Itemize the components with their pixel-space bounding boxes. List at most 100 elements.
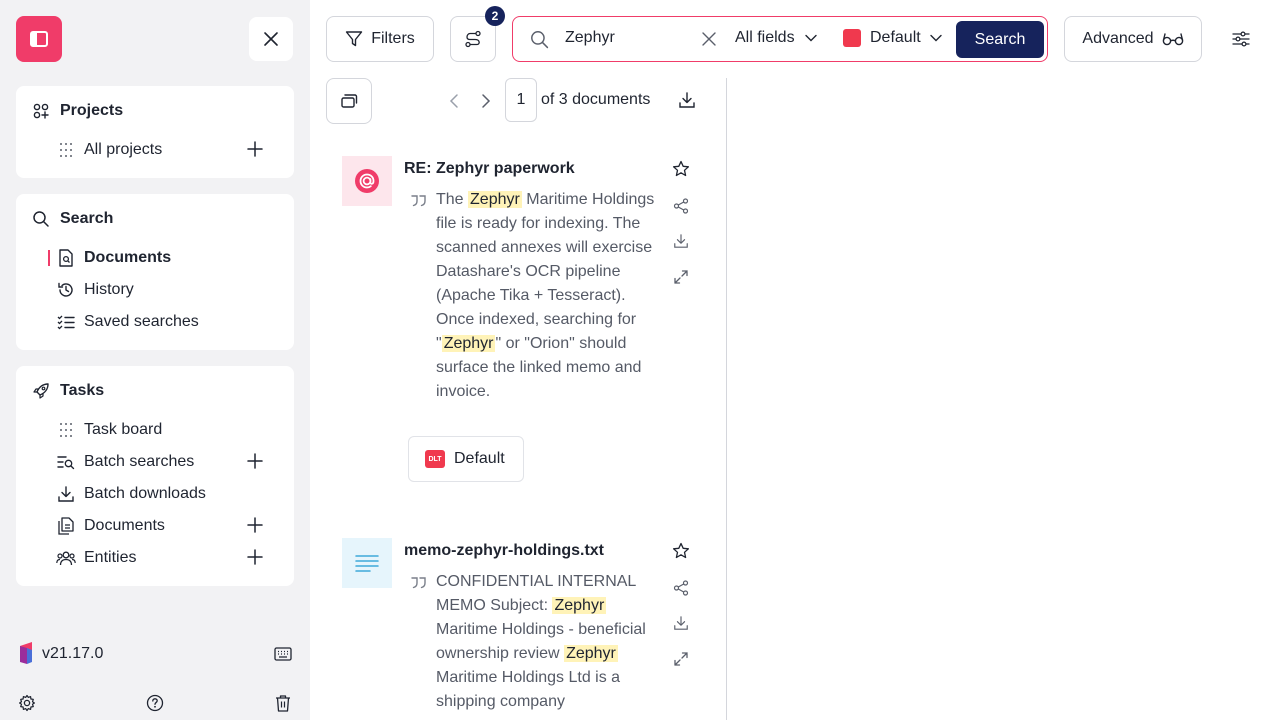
star-button[interactable] (671, 541, 691, 561)
keyboard-icon (274, 647, 292, 661)
chevron-down-icon (930, 34, 942, 42)
search-highlight: Zephyr (552, 597, 607, 614)
sidebar-item-label: All projects (84, 141, 163, 158)
sliders-icon (1232, 31, 1250, 47)
clear-data-button[interactable] (274, 694, 292, 712)
search-highlight: Zephyr (564, 645, 618, 662)
expand-document-button[interactable] (671, 649, 691, 669)
help-icon (146, 694, 164, 712)
share-button[interactable] (671, 578, 691, 598)
sidebar-item-saved-searches[interactable]: Saved searches (56, 308, 280, 336)
list-check-icon (56, 312, 76, 332)
download-icon (674, 234, 688, 248)
document-title[interactable]: memo-zephyr-holdings.txt (404, 542, 604, 560)
help-button[interactable] (146, 694, 164, 712)
documents-icon (56, 516, 76, 536)
toggle-sidebar-button[interactable] (16, 16, 62, 62)
at-sign-icon (355, 169, 379, 193)
filters-label: Filters (371, 30, 415, 47)
advanced-search-button[interactable]: Advanced (1064, 16, 1202, 62)
field-select[interactable]: All fields (735, 29, 817, 47)
sidebar-item-all-projects[interactable]: All projects (56, 136, 280, 164)
sidebar-item-label: Saved searches (84, 313, 199, 330)
batch-search-icon (56, 452, 76, 472)
search-button[interactable]: Search (956, 21, 1044, 58)
share-button[interactable] (671, 196, 691, 216)
route-icon (465, 30, 481, 48)
sidebar-item-label: Entities (84, 549, 137, 566)
sidebar-item-batch-downloads[interactable]: Batch downloads (56, 480, 280, 508)
gear-icon (19, 694, 35, 712)
settings-button[interactable] (18, 694, 36, 712)
app-version: v21.17.0 (18, 642, 103, 666)
projects-heading[interactable]: Projects (32, 102, 123, 120)
datashare-logo-icon (20, 642, 32, 664)
project-select[interactable]: Default (843, 29, 942, 47)
add-document-task-button[interactable] (246, 516, 264, 534)
clear-search-button[interactable] (701, 31, 717, 47)
search-icon (33, 211, 49, 227)
view-settings-button[interactable] (1232, 31, 1250, 47)
search-highlight: Zephyr (441, 335, 496, 352)
sidebar-item-task-board[interactable]: Task board (56, 416, 280, 444)
close-icon (264, 32, 278, 46)
sidebar-item-documents[interactable]: Documents (48, 244, 280, 272)
document-thumbnail[interactable] (342, 156, 392, 206)
document-excerpt: CONFIDENTIAL INTERNAL MEMO Subject: Zeph… (436, 573, 646, 710)
search-icon (531, 31, 549, 49)
download-results-button[interactable] (678, 91, 696, 109)
plus-icon (247, 517, 263, 533)
project-select-value: Default (870, 29, 921, 46)
search-card: Search Documents History Saved searches (16, 194, 294, 350)
sidebar-item-label: Task board (84, 421, 163, 438)
filters-button[interactable]: Filters (326, 16, 434, 62)
chevron-right-icon (482, 94, 491, 108)
active-indicator (48, 250, 50, 266)
tasks-heading[interactable]: Tasks (32, 382, 104, 400)
advanced-label: Advanced (1082, 30, 1154, 47)
next-page-button[interactable] (481, 93, 491, 109)
search-highlight: Zephyr (468, 191, 522, 208)
chevron-left-icon (449, 94, 458, 108)
sidebar-item-label: Batch downloads (84, 485, 206, 502)
sidebar-item-label: Documents (84, 517, 165, 534)
download-document-button[interactable] (671, 231, 691, 251)
document-thumbnail[interactable] (342, 538, 392, 588)
close-sidebar-button[interactable] (249, 17, 293, 61)
star-icon (672, 160, 690, 177)
star-button[interactable] (671, 159, 691, 179)
filter-icon (346, 31, 363, 47)
sidebar-item-label: History (84, 281, 134, 298)
add-entity-button[interactable] (246, 548, 264, 566)
sidebar-item-entities[interactable]: Entities (56, 544, 280, 572)
chevron-down-icon (804, 34, 817, 42)
keyboard-shortcuts-button[interactable] (274, 647, 292, 661)
page-number-input[interactable]: 1 (505, 78, 537, 122)
expand-document-button[interactable] (671, 267, 691, 287)
project-chip[interactable]: DLT Default (408, 436, 524, 482)
search-title: Search (60, 210, 114, 227)
search-input[interactable]: Zephyr (565, 29, 615, 47)
sidebar-item-batch-searches[interactable]: Batch searches (56, 448, 280, 476)
filter-count-badge: 2 (485, 6, 505, 26)
field-select-value: All fields (735, 29, 795, 46)
panel-divider[interactable] (726, 78, 727, 720)
star-icon (672, 542, 690, 559)
add-project-button[interactable] (246, 140, 264, 158)
add-batch-search-button[interactable] (246, 452, 264, 470)
document-title[interactable]: RE: Zephyr paperwork (404, 160, 575, 178)
download-document-button[interactable] (671, 613, 691, 633)
history-icon (56, 280, 76, 300)
sidebar-item-history[interactable]: History (56, 276, 280, 304)
version-text: v21.17.0 (42, 645, 104, 662)
quote-icon (410, 194, 428, 208)
expand-icon (674, 652, 688, 666)
search-heading[interactable]: Search (32, 210, 113, 228)
rocket-icon (33, 383, 49, 399)
share-icon (673, 580, 689, 596)
expand-icon (674, 270, 688, 284)
previous-page-button[interactable] (449, 93, 459, 109)
sidebar-item-task-documents[interactable]: Documents (56, 512, 280, 540)
select-all-button[interactable] (326, 78, 372, 124)
text-file-icon (355, 555, 379, 572)
